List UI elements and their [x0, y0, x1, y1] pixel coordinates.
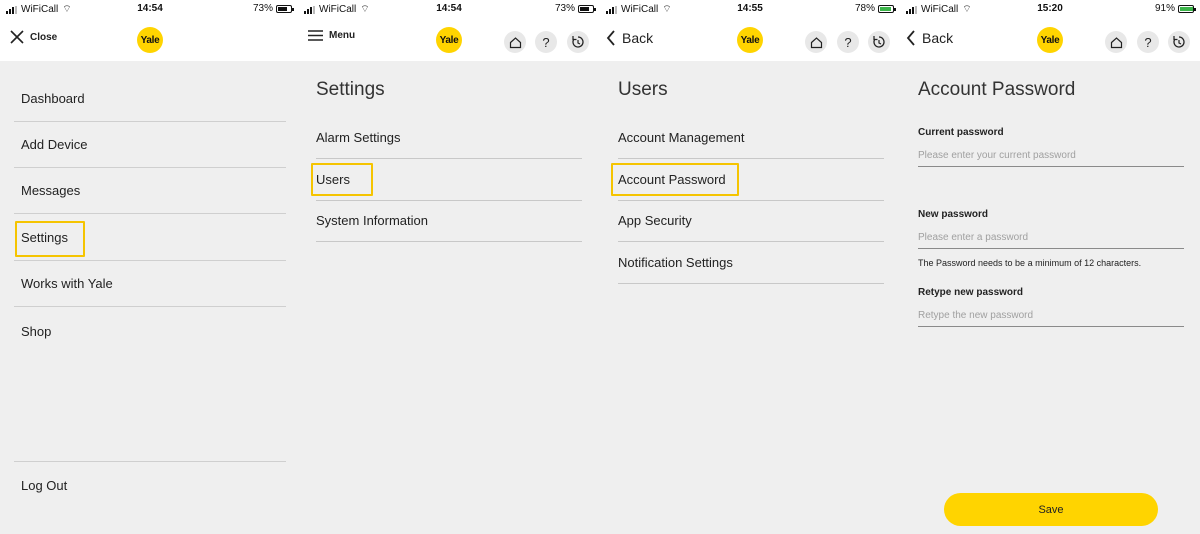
nav-bar: Close Yale: [0, 18, 298, 61]
status-time: 14:55: [737, 3, 763, 14]
list-item-system-information[interactable]: System Information: [316, 200, 582, 242]
yale-logo: Yale: [436, 27, 462, 53]
history-button[interactable]: [567, 31, 589, 53]
list-item-notification-settings[interactable]: Notification Settings: [618, 242, 884, 284]
nav-bar: Menu Yale ?: [298, 18, 600, 61]
back-button[interactable]: Back: [906, 30, 953, 46]
carrier-label: WiFiCall: [21, 4, 59, 15]
menu-item-messages[interactable]: Messages: [14, 168, 286, 214]
list-item-app-security[interactable]: App Security: [618, 200, 884, 242]
home-icon: [509, 36, 521, 48]
current-password-input[interactable]: Please enter your current password: [918, 145, 1184, 167]
home-button[interactable]: [504, 31, 526, 53]
settings-highlight: [15, 221, 85, 257]
save-button[interactable]: Save: [944, 493, 1158, 526]
status-bar: WiFiCall ⌔ 14:55 78%: [600, 0, 900, 18]
status-time: 14:54: [436, 3, 462, 14]
signal-icon: [304, 5, 315, 14]
carrier-label: WiFiCall: [319, 4, 357, 15]
retype-password-input[interactable]: Retype the new password: [918, 305, 1184, 327]
yale-logo: Yale: [737, 27, 763, 53]
wifi-icon: ⌔: [662, 4, 672, 15]
menu-item-dashboard[interactable]: Dashboard: [14, 76, 286, 122]
battery-icon: [276, 4, 294, 13]
question-icon: ?: [542, 34, 550, 50]
users-screen: WiFiCall ⌔ 14:55 78% Back Yale ? Users A…: [600, 0, 900, 534]
help-button[interactable]: ?: [1137, 31, 1159, 53]
signal-icon: [906, 5, 917, 14]
home-icon: [1110, 36, 1122, 48]
status-time: 14:54: [137, 3, 163, 14]
password-hint: The Password needs to be a minimum of 12…: [918, 258, 1142, 268]
list-item-account-management[interactable]: Account Management: [618, 117, 884, 159]
history-button[interactable]: [868, 31, 890, 53]
users-highlight: [311, 163, 373, 196]
settings-screen: WiFiCall ⌔ 14:54 73% Menu Yale ? Setting…: [298, 0, 600, 534]
battery-charging-icon: [1178, 4, 1196, 13]
battery-percent: 91%: [1154, 3, 1175, 14]
close-label: Close: [30, 31, 58, 43]
menu-item-works-with-yale[interactable]: Works with Yale: [14, 261, 286, 307]
battery-percent: 78%: [854, 3, 875, 14]
menu-button[interactable]: Menu: [308, 30, 355, 41]
signal-icon: [6, 5, 17, 14]
carrier-label: WiFiCall: [621, 4, 659, 15]
history-button[interactable]: [1168, 31, 1190, 53]
account-password-screen: WiFiCall ⌔ 15:20 91% Back Yale ? Account…: [900, 0, 1200, 534]
status-bar: WiFiCall ⌔ 14:54 73%: [298, 0, 600, 18]
help-button[interactable]: ?: [535, 31, 557, 53]
close-icon: [10, 30, 24, 44]
question-icon: ?: [1144, 34, 1152, 50]
history-icon: [572, 36, 584, 48]
battery-percent: 73%: [554, 3, 575, 14]
close-button[interactable]: Close: [10, 30, 57, 44]
wifi-icon: ⌔: [360, 4, 370, 15]
yale-logo: Yale: [1037, 27, 1063, 53]
help-button[interactable]: ?: [837, 31, 859, 53]
account-password-highlight: [611, 163, 739, 196]
logout-button[interactable]: Log Out: [14, 462, 286, 508]
menu-screen: WiFiCall ⌔ 14:54 73% Close Yale Dashboar…: [0, 0, 298, 534]
menu-item-add-device[interactable]: Add Device: [14, 122, 286, 168]
question-icon: ?: [844, 34, 852, 50]
list-item-alarm-settings[interactable]: Alarm Settings: [316, 117, 582, 159]
wifi-icon: ⌔: [62, 4, 72, 15]
menu-label: Menu: [329, 30, 356, 41]
home-icon: [810, 36, 822, 48]
nav-bar: Back Yale ?: [900, 18, 1200, 61]
status-bar: WiFiCall ⌔ 15:20 91%: [900, 0, 1200, 18]
battery-charging-icon: [878, 4, 896, 13]
home-button[interactable]: [805, 31, 827, 53]
page-title: Users: [618, 79, 668, 100]
chevron-left-icon: [606, 30, 615, 46]
home-button[interactable]: [1105, 31, 1127, 53]
new-password-input[interactable]: Please enter a password: [918, 227, 1184, 249]
status-bar: WiFiCall ⌔ 14:54 73%: [0, 0, 298, 18]
signal-icon: [606, 5, 617, 14]
chevron-left-icon: [906, 30, 915, 46]
yale-logo: Yale: [137, 27, 163, 53]
battery-icon: [578, 4, 596, 13]
battery-percent: 73%: [252, 3, 273, 14]
status-time: 15:20: [1037, 3, 1063, 14]
current-password-label: Current password: [918, 127, 1004, 138]
page-title: Settings: [316, 79, 385, 100]
history-icon: [1173, 36, 1185, 48]
wifi-icon: ⌔: [962, 4, 972, 15]
menu-item-shop[interactable]: Shop: [14, 308, 286, 354]
history-icon: [873, 36, 885, 48]
nav-bar: Back Yale ?: [600, 18, 900, 61]
new-password-label: New password: [918, 209, 989, 220]
back-label: Back: [922, 30, 954, 46]
retype-password-label: Retype new password: [918, 287, 1024, 298]
hamburger-icon: [308, 30, 323, 41]
page-title: Account Password: [918, 79, 1076, 100]
back-button[interactable]: Back: [606, 30, 653, 46]
back-label: Back: [622, 30, 654, 46]
carrier-label: WiFiCall: [921, 4, 959, 15]
